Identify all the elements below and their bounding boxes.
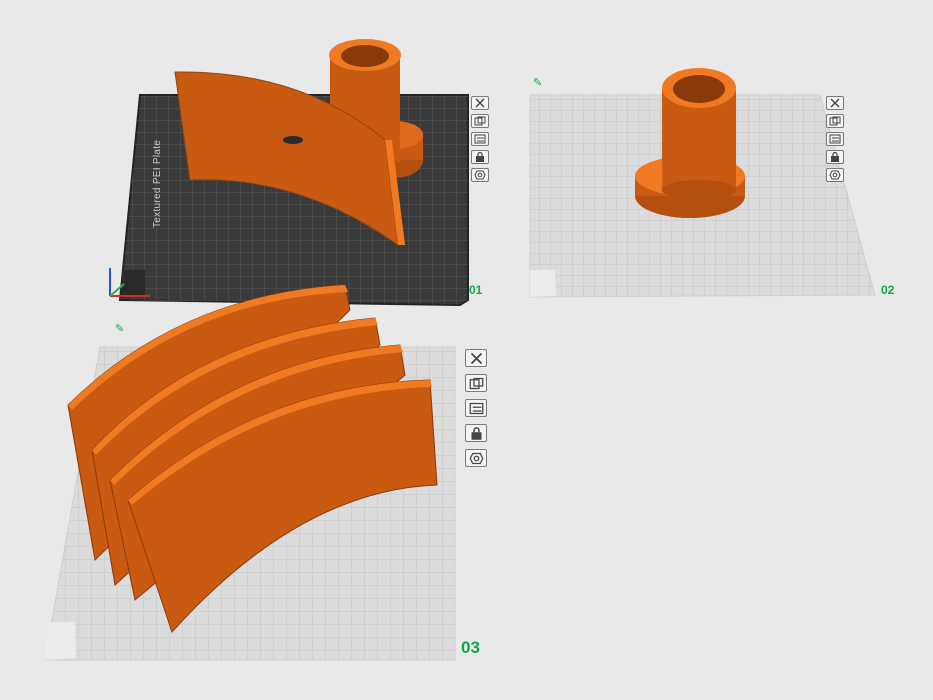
arrange-icon[interactable] [471, 114, 489, 128]
close-icon[interactable] [826, 96, 844, 110]
arrange-icon[interactable] [465, 374, 487, 392]
lock-icon[interactable] [471, 150, 489, 164]
settings-icon[interactable] [471, 168, 489, 182]
edit-plate-02-icon[interactable]: ✎ [533, 76, 542, 89]
settings-icon[interactable] [465, 449, 487, 467]
edit-plate-03-icon[interactable]: ✎ [115, 322, 124, 335]
plate-03-toolbar [465, 349, 487, 467]
plate-label-01: Textured PEI Plate [152, 139, 163, 228]
orient-icon[interactable] [826, 132, 844, 146]
close-icon[interactable] [471, 96, 489, 110]
orient-icon[interactable] [465, 399, 487, 417]
plate-number-02: 02 [881, 283, 895, 297]
close-icon[interactable] [465, 349, 487, 367]
arrange-icon[interactable] [826, 114, 844, 128]
orient-icon[interactable] [471, 132, 489, 146]
plate-01-toolbar [471, 96, 489, 182]
lock-icon[interactable] [465, 424, 487, 442]
lock-icon[interactable] [826, 150, 844, 164]
plate-number-01: 01 [469, 283, 483, 297]
plate-number-03: 03 [461, 638, 480, 657]
plate-02-toolbar [826, 96, 844, 182]
settings-icon[interactable] [826, 168, 844, 182]
